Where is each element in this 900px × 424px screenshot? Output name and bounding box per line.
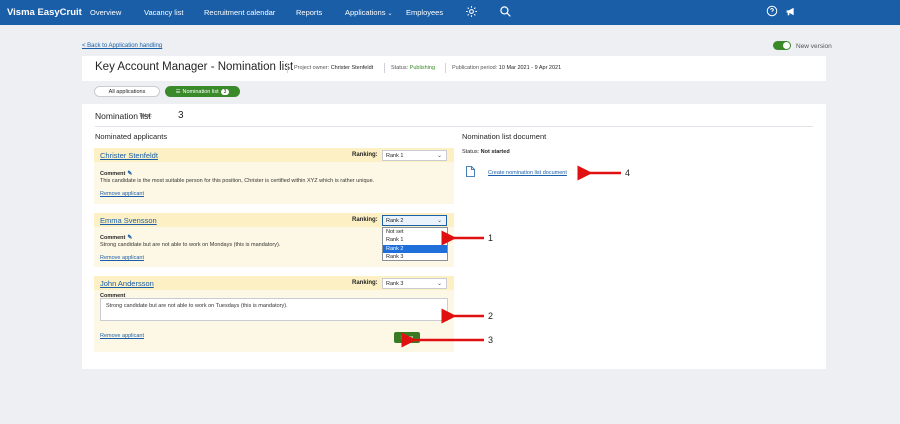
annotation-arrows	[401, 165, 621, 348]
annotation-number-4: 4	[625, 168, 631, 178]
annotation-number-3: 3	[488, 335, 494, 345]
annotation-number-2: 2	[488, 311, 494, 321]
annotation-number-1: 1	[488, 233, 494, 243]
